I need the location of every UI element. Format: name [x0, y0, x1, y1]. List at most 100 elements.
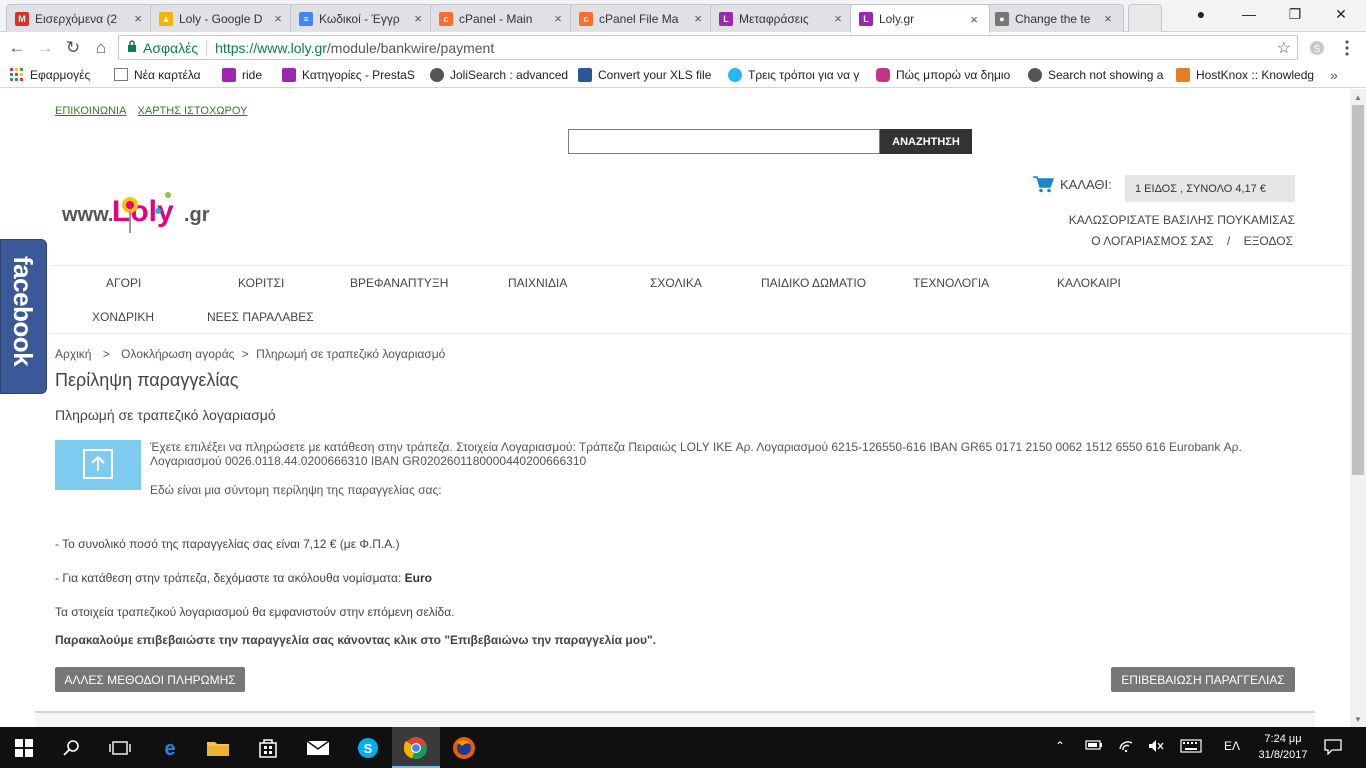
breadcrumb-checkout[interactable]: Ολοκλήρωση αγοράς	[121, 347, 234, 361]
back-arrow-icon[interactable]: ←	[6, 37, 28, 59]
chrome-menu-icon[interactable]	[1336, 37, 1358, 59]
facebook-side-tab[interactable]: facebook	[0, 239, 47, 394]
task-view-icon[interactable]	[107, 735, 133, 761]
browser-tab-translations[interactable]: L Μεταφράσεις ×	[710, 4, 854, 32]
firefox-icon[interactable]	[451, 735, 477, 761]
input-language[interactable]: ΕΛ	[1224, 739, 1240, 753]
wifi-icon[interactable]	[1118, 739, 1134, 756]
close-tab-icon[interactable]: ×	[967, 12, 981, 27]
bookmark-apps[interactable]: Εφαρμογές	[10, 67, 104, 82]
web-page: ΕΠΙΚΟΙΝΩΝΙΑ ΧΑΡΤΗΣ ΙΣΤΟΧΩΡΟΥ ΑΝΑΖΗΤΗΣΗ w…	[0, 89, 1350, 727]
page-scrollbar[interactable]: ▲ ▼	[1350, 89, 1366, 727]
edge-browser-icon[interactable]: e	[157, 735, 183, 761]
bookmark-instagram[interactable]: Πώς μπορώ να δημιο	[876, 67, 1018, 82]
browser-tab-gmail[interactable]: M Εισερχόμενα (2 ×	[6, 4, 154, 32]
skype-extension-icon[interactable]: S	[1306, 37, 1328, 59]
system-clock[interactable]: 7:24 μμ 31/8/2017	[1253, 731, 1313, 763]
close-tab-icon[interactable]: ×	[271, 11, 285, 26]
bookmark-convert-xls[interactable]: Convert your XLS file	[578, 67, 718, 82]
breadcrumb-home[interactable]: Αρχική	[55, 347, 91, 361]
cpanel-icon: c	[439, 11, 453, 26]
scrollbar-thumb[interactable]	[1352, 105, 1364, 475]
menu-item-baby-care[interactable]: ΒΡΕΦΑΝΑΠΤΥΞΗ	[350, 276, 448, 290]
browser-tab-google-docs[interactable]: ≡ Κωδικοί - Έγγρ ×	[290, 4, 434, 32]
close-tab-icon[interactable]: ×	[551, 11, 565, 26]
volume-muted-icon[interactable]	[1148, 739, 1164, 756]
loly-favicon-icon	[222, 67, 236, 82]
bookmark-hostknox[interactable]: HostKnox :: Knowledg	[1176, 67, 1316, 82]
scroll-down-icon[interactable]: ▼	[1350, 711, 1366, 727]
menu-item-technology[interactable]: ΤΕΧΝΟΛΟΓΙΑ	[913, 276, 989, 290]
confirm-order-button[interactable]: ΕΠΙΒΕΒΑΙΩΣΗ ΠΑΡΑΓΓΕΛΙΑΣ	[1111, 667, 1295, 692]
close-tab-icon[interactable]: ×	[691, 11, 705, 26]
menu-item-boy[interactable]: ΑΓΟΡΙ	[106, 276, 141, 290]
menu-item-girl[interactable]: ΚΟΡΙΤΣΙ	[238, 276, 284, 290]
svg-text:S: S	[1314, 44, 1321, 55]
breadcrumb-current: Πληρωμή σε τραπεζικό λογαριασμό	[256, 347, 446, 361]
menu-item-toys[interactable]: ΠΑΙΧΝΙΔΙΑ	[508, 276, 567, 290]
browser-tab-google-drive[interactable]: ▲ Loly - Google D ×	[150, 4, 294, 32]
reload-icon[interactable]: ↻	[62, 37, 84, 59]
bookmark-new-tab[interactable]: Νέα καρτέλα	[114, 68, 212, 82]
menu-item-new-arrivals[interactable]: ΝΕΕΣ ΠΑΡΑΛΑΒΕΣ	[207, 310, 314, 324]
site-logo[interactable]: www. Loly .gr	[60, 181, 250, 241]
url-path: /module/bankwire/payment	[326, 39, 495, 56]
close-tab-icon[interactable]: ×	[131, 11, 145, 26]
battery-icon[interactable]	[1085, 739, 1103, 754]
cart-link[interactable]: ΚΑΛΑΘΙ:	[1032, 175, 1112, 193]
close-tab-icon[interactable]: ×	[411, 11, 425, 26]
browser-tab-cpanel-main[interactable]: c cPanel - Main ×	[430, 4, 574, 32]
show-hidden-icons-icon[interactable]: ⌃	[1055, 739, 1065, 753]
bookmark-prestashop-categories[interactable]: Κατηγορίες - PrestaS	[282, 67, 420, 82]
menu-item-kids-room[interactable]: ΠΑΙΔΙΚΟ ΔΩΜΑΤΙΟ	[761, 276, 866, 290]
logout-link[interactable]: ΕΞΟΔΟΣ	[1244, 234, 1293, 248]
clock-date: 31/8/2017	[1258, 749, 1308, 761]
home-icon[interactable]: ⌂	[90, 37, 112, 59]
bookmark-jolisearch[interactable]: JoliSearch : advanced	[430, 67, 568, 82]
cart-summary[interactable]: 1 ΕΙΔΟΣ , ΣΥΝΟΛΟ 4,17 €	[1125, 175, 1295, 202]
mail-icon[interactable]	[305, 735, 331, 761]
windows-start-icon[interactable]	[11, 735, 37, 761]
bookmarks-overflow-icon[interactable]: »	[1330, 67, 1338, 83]
bookmark-ride[interactable]: ride	[222, 67, 272, 82]
other-payment-methods-button[interactable]: ΑΛΛΕΣ ΜΕΘΟΔΟΙ ΠΛΗΡΩΜΗΣ	[55, 667, 245, 692]
bookmark-search-not-showing[interactable]: Search not showing a	[1028, 67, 1166, 82]
bookmark-label: HostKnox :: Knowledg	[1196, 67, 1315, 82]
address-bar[interactable]: Ασφαλές https://www.loly.gr/module/bankw…	[118, 35, 1298, 60]
contact-link[interactable]: ΕΠΙΚΟΙΝΩΝΙΑ	[55, 105, 126, 117]
file-explorer-icon[interactable]	[205, 735, 231, 761]
action-center-icon[interactable]	[1324, 739, 1342, 758]
loly-favicon-icon: L	[859, 12, 873, 26]
chrome-icon[interactable]	[403, 735, 429, 761]
bookmark-star-icon[interactable]: ☆	[1277, 38, 1291, 58]
close-window-button[interactable]: ✕	[1318, 0, 1364, 28]
keyboard-icon[interactable]	[1180, 739, 1202, 756]
search-input[interactable]	[568, 129, 880, 154]
close-tab-icon[interactable]: ×	[831, 11, 845, 26]
browser-tab-cpanel-file-manager[interactable]: c cPanel File Ma ×	[570, 4, 714, 32]
omnibox-divider	[206, 39, 208, 56]
scroll-up-icon[interactable]: ▲	[1350, 89, 1366, 105]
menu-item-wholesale[interactable]: ΧΟΝΔΡΙΚΗ	[92, 310, 154, 324]
sitemap-link[interactable]: ΧΑΡΤΗΣ ΙΣΤΟΧΩΡΟΥ	[138, 105, 248, 117]
store-icon[interactable]	[255, 735, 281, 761]
my-account-link[interactable]: Ο ΛΟΓΑΡΙΑΣΜΟΣ ΣΑΣ	[1091, 234, 1213, 248]
close-tab-icon[interactable]: ×	[1101, 11, 1115, 26]
skype-icon[interactable]: S	[355, 735, 381, 761]
browser-tab-change-text[interactable]: ● Change the te ×	[986, 4, 1124, 32]
menu-item-summer[interactable]: ΚΑΛΟΚΑΙΡΙ	[1057, 276, 1121, 290]
minimize-button[interactable]: —	[1226, 0, 1272, 28]
search-button[interactable]: ΑΝΑΖΗΤΗΣΗ	[880, 129, 972, 154]
search-icon[interactable]	[59, 735, 85, 761]
bank-account-details: Έχετε επιλέξει να πληρώσετε με κατάθεση …	[150, 440, 1242, 468]
bookmark-label: JoliSearch : advanced	[450, 67, 568, 82]
forward-arrow-icon[interactable]: →	[34, 37, 56, 59]
bank-details-note: Τα στοιχεία τραπεζικού λογαριασμού θα εμ…	[55, 605, 455, 619]
shopping-cart-icon	[1032, 175, 1055, 193]
bookmark-three-ways[interactable]: Τρεις τρόποι για να γ	[728, 67, 866, 82]
menu-item-school[interactable]: ΣΧΟΛΙΚΑ	[650, 276, 702, 290]
profile-icon[interactable]: ●	[1178, 0, 1224, 28]
browser-tab-loly-active[interactable]: L Loly.gr ×	[850, 4, 990, 33]
new-tab-button[interactable]	[1128, 4, 1162, 32]
maximize-button[interactable]: ❐	[1272, 0, 1318, 28]
